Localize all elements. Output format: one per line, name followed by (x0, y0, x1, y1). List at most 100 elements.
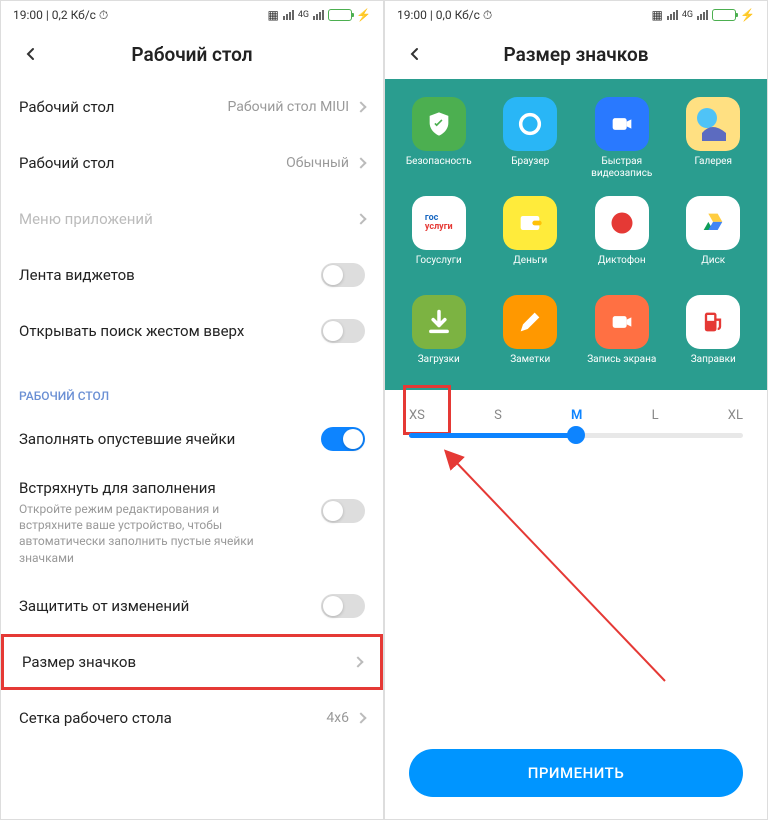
annotation-arrow (435, 441, 685, 701)
app-icon (595, 295, 649, 349)
row-desktop-mode[interactable]: Рабочий стол Обычный (19, 135, 365, 191)
row-label: Рабочий стол (19, 154, 286, 172)
app-icon (686, 295, 740, 349)
app-icon (503, 196, 557, 250)
row-label: Меню приложений (19, 210, 357, 228)
battery-icon (712, 9, 736, 21)
row-shake[interactable]: Встряхнуть для заполнения Откройте режим… (19, 467, 365, 578)
row-label: Рабочий стол (19, 98, 228, 116)
row-widget-feed[interactable]: Лента виджетов (19, 247, 365, 303)
battery-icon (328, 9, 352, 21)
row-label: Размер значков (22, 653, 354, 671)
settings-screen: 19:00 | 0,2 Кб/с ⏱ ▦ 4G ⚡ Рабочий стол Р… (0, 0, 384, 820)
app-label: Диск (701, 255, 725, 279)
status-icons: ▦ 4G ⚡ (268, 8, 372, 22)
toggle-search-gesture[interactable] (321, 319, 365, 343)
status-time: 19:00 | 0,0 Кб/с ⏱ (397, 8, 492, 23)
signal-icon (283, 10, 294, 20)
size-xl[interactable]: XL (728, 408, 743, 423)
back-button[interactable] (403, 42, 427, 66)
app-icon (686, 97, 740, 151)
signal-icon-2 (697, 10, 708, 20)
row-desktop-type[interactable]: Рабочий стол Рабочий стол MIUI (19, 79, 365, 135)
app-item[interactable]: госуслуги Госуслуги (397, 196, 481, 279)
app-item[interactable]: Запись экрана (580, 295, 664, 378)
row-app-menu: Меню приложений (19, 191, 365, 247)
network-label: 4G (298, 10, 309, 20)
signal-icon (667, 10, 678, 20)
app-label: Браузер (511, 156, 549, 180)
signal-icon-2 (313, 10, 324, 20)
row-label: Сетка рабочего стола (19, 709, 326, 727)
size-l[interactable]: L (652, 408, 659, 423)
annotation-highlight (403, 385, 451, 435)
app-icon (595, 196, 649, 250)
app-item[interactable]: Галерея (672, 97, 756, 180)
row-grid[interactable]: Сетка рабочего стола 4x6 (19, 690, 365, 746)
status-bar: 19:00 | 0,2 Кб/с ⏱ ▦ 4G ⚡ (1, 1, 383, 29)
header: Рабочий стол (1, 29, 383, 79)
app-item[interactable]: Диктофон (580, 196, 664, 279)
chevron-right-icon (355, 712, 366, 723)
app-label: Галерея (695, 156, 732, 180)
row-value: Рабочий стол MIUI (228, 99, 349, 115)
toggle-fill-empty[interactable] (321, 427, 365, 451)
row-search-gesture[interactable]: Открывать поиск жестом вверх (19, 303, 365, 359)
row-label: Защитить от изменений (19, 597, 321, 615)
row-label: Открывать поиск жестом вверх (19, 322, 321, 340)
size-s[interactable]: S (494, 408, 502, 423)
row-value: 4x6 (326, 710, 349, 726)
app-label: Безопасность (406, 156, 472, 180)
row-icon-size[interactable]: Размер значков (1, 634, 383, 690)
app-item[interactable]: Заправки (672, 295, 756, 378)
app-label: Госуслуги (416, 255, 462, 279)
app-item[interactable]: Деньги (489, 196, 573, 279)
page-title: Рабочий стол (131, 43, 252, 66)
app-label: Загрузки (418, 354, 460, 378)
charge-icon: ⚡ (356, 8, 371, 22)
section-header: РАБОЧИЙ СТОЛ (19, 359, 365, 411)
size-selector: XS S M L XL (385, 390, 767, 438)
size-m[interactable]: M (571, 408, 582, 423)
back-button[interactable] (19, 42, 43, 66)
app-item[interactable]: Диск (672, 196, 756, 279)
app-icon (412, 97, 466, 151)
page-title: Размер значков (504, 43, 649, 66)
header: Размер значков (385, 29, 767, 79)
app-item[interactable]: Быстрая видеозапись (580, 97, 664, 180)
app-icon (595, 97, 649, 151)
slider-thumb[interactable] (567, 426, 585, 444)
app-item[interactable]: Безопасность (397, 97, 481, 180)
app-icon (686, 196, 740, 250)
app-item[interactable]: Браузер (489, 97, 573, 180)
row-fill-empty[interactable]: Заполнять опустевшие ячейки (19, 411, 365, 467)
apply-button[interactable]: ПРИМЕНИТЬ (409, 749, 743, 797)
app-icon (412, 295, 466, 349)
toggle-shake[interactable] (321, 499, 365, 523)
toggle-lock[interactable] (321, 594, 365, 618)
sim-icon: ▦ (268, 8, 279, 22)
app-item[interactable]: Загрузки (397, 295, 481, 378)
app-label: Запись экрана (587, 354, 656, 378)
app-icon (503, 97, 557, 151)
app-label: Деньги (513, 255, 547, 279)
sim-icon: ▦ (652, 8, 663, 22)
app-label: Заправки (691, 354, 736, 378)
row-label: Встряхнуть для заполнения (19, 479, 321, 497)
row-lock[interactable]: Защитить от изменений (19, 578, 365, 634)
toggle-widget-feed[interactable] (321, 263, 365, 287)
icon-size-screen: 19:00 | 0,0 Кб/с ⏱ ▦ 4G ⚡ Размер значков… (384, 0, 768, 820)
row-description: Откройте режим редактирования и встряхни… (19, 501, 321, 566)
app-icon: госуслуги (412, 196, 466, 250)
status-time: 19:00 | 0,2 Кб/с ⏱ (13, 8, 108, 23)
app-label: Заметки (510, 354, 550, 378)
size-slider[interactable] (409, 433, 743, 438)
row-value: Обычный (286, 155, 349, 171)
app-item[interactable]: Заметки (489, 295, 573, 378)
chevron-right-icon (355, 213, 366, 224)
charge-icon: ⚡ (740, 8, 755, 22)
row-label: Заполнять опустевшие ячейки (19, 430, 321, 448)
chevron-right-icon (355, 157, 366, 168)
icon-preview: Безопасность Браузер Быстрая видеозапись Га… (385, 79, 767, 390)
app-label: Диктофон (598, 255, 646, 279)
